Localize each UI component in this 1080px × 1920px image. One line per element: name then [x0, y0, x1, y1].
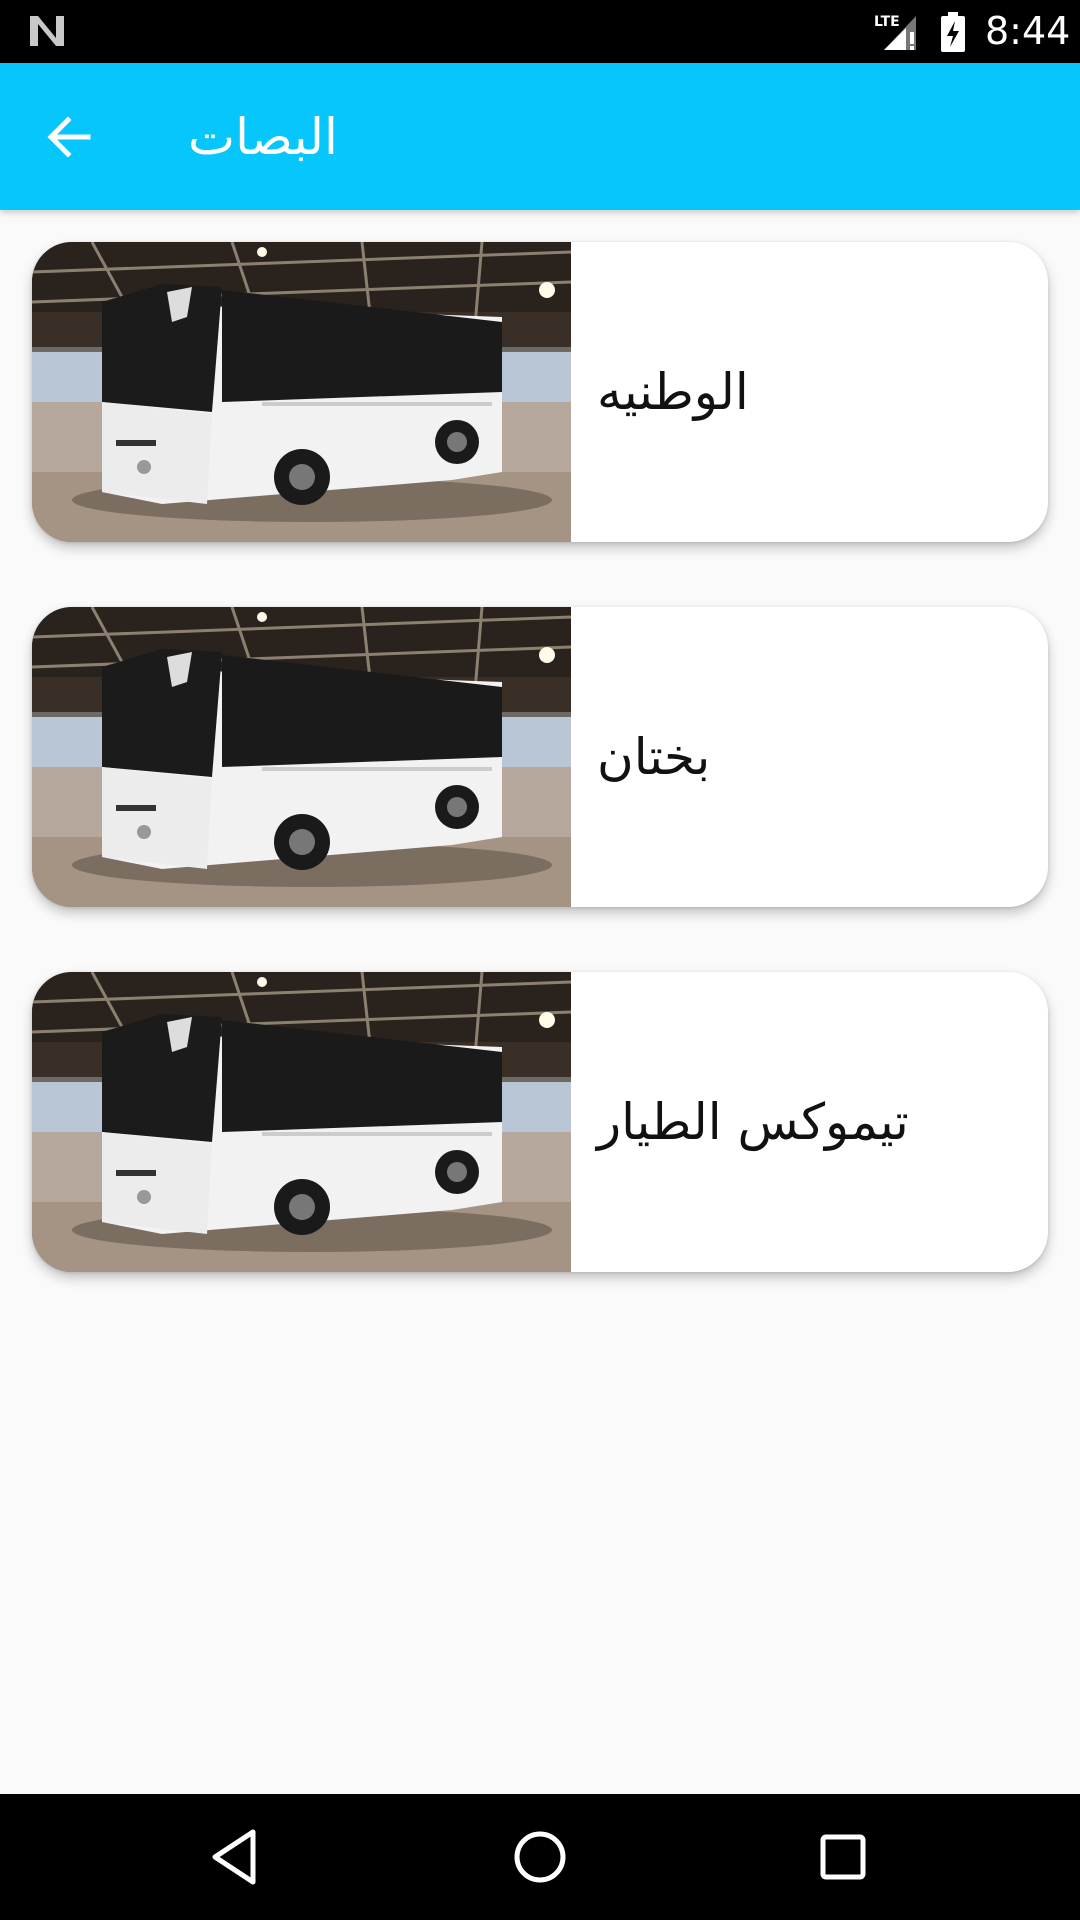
- nav-home-icon[interactable]: [507, 1824, 573, 1890]
- list-item[interactable]: بختان: [32, 607, 1048, 907]
- bus-photo: [32, 242, 571, 542]
- nav-recents-icon[interactable]: [810, 1824, 876, 1890]
- list-item-label: تيموكس الطيار: [597, 1093, 909, 1151]
- status-bar: LTE 8:44: [0, 0, 1080, 63]
- bus-photo: [32, 607, 571, 907]
- lte-signal-icon: LTE: [874, 14, 916, 50]
- list-item[interactable]: الوطنيه: [32, 242, 1048, 542]
- nav-back-icon[interactable]: [203, 1824, 269, 1890]
- network-type-label: LTE: [874, 14, 900, 30]
- arrow-back-icon[interactable]: [40, 107, 100, 167]
- status-clock: 8:44: [985, 9, 1071, 53]
- battery-charging-icon: [941, 12, 965, 52]
- n-logo-icon: [30, 16, 64, 46]
- list-item-label: الوطنيه: [597, 363, 749, 421]
- list-item-label: بختان: [597, 728, 711, 786]
- navigation-bar: [0, 1794, 1080, 1920]
- bus-photo: [32, 972, 571, 1272]
- app-bar: البصات: [0, 63, 1080, 210]
- list-item[interactable]: تيموكس الطيار: [32, 972, 1048, 1272]
- page-title: البصات: [188, 108, 338, 166]
